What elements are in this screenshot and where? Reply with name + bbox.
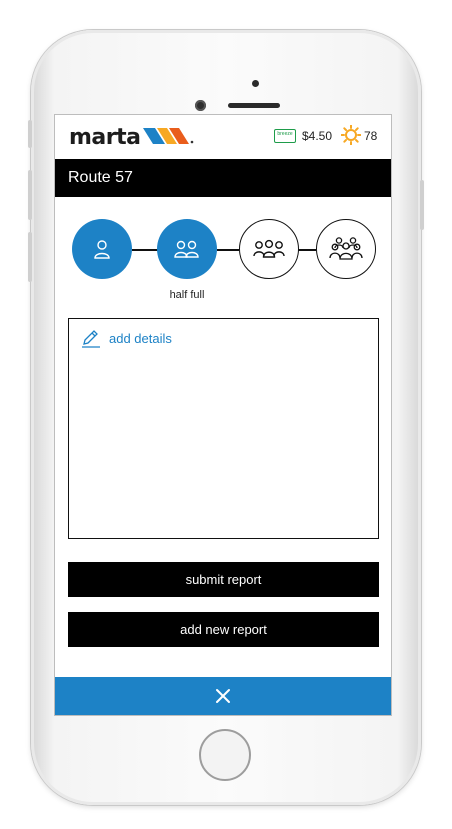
capacity-connector [132, 249, 158, 251]
add-details-label: add details [109, 331, 172, 346]
app-header: marta breeze $4.50 78 [55, 115, 391, 159]
capacity-connector [298, 249, 316, 251]
two-people-icon [174, 240, 199, 258]
route-bar: Route 57 [55, 159, 391, 197]
capacity-connector [217, 249, 239, 251]
temperature: 78 [364, 129, 378, 143]
capacity-level-label: half full [169, 289, 205, 301]
close-button[interactable] [55, 677, 391, 715]
volume-up-button [28, 170, 32, 220]
capacity-level-mostly-full[interactable] [239, 219, 299, 279]
capacity-level-empty[interactable] [72, 219, 132, 279]
app-screen: marta breeze $4.50 78 Route 57 half full… [55, 115, 391, 715]
route-title: Route 57 [68, 169, 133, 186]
breeze-card-icon[interactable]: breeze [274, 129, 296, 143]
marta-logo: marta [69, 125, 141, 150]
fare-balance: $4.50 [302, 129, 333, 143]
capacity-level-full[interactable] [316, 219, 376, 279]
submit-report-button[interactable]: submit report [68, 562, 379, 597]
add-new-report-button[interactable]: add new report [68, 612, 379, 647]
capacity-level-half-full[interactable] [157, 219, 217, 279]
person-icon [94, 240, 110, 259]
power-button [420, 180, 424, 230]
front-camera [195, 100, 206, 111]
three-people-icon [253, 239, 285, 258]
volume-down-button [28, 232, 32, 282]
close-icon [216, 689, 230, 703]
home-button[interactable] [199, 729, 251, 781]
earpiece-speaker [228, 103, 280, 108]
crowd-icon [329, 237, 363, 260]
mute-switch [28, 120, 32, 148]
details-textarea[interactable]: add details [68, 318, 379, 539]
marta-logo-stripes [143, 128, 194, 144]
proximity-sensor [252, 80, 259, 87]
pencil-icon [82, 330, 100, 348]
sun-icon [341, 125, 361, 145]
